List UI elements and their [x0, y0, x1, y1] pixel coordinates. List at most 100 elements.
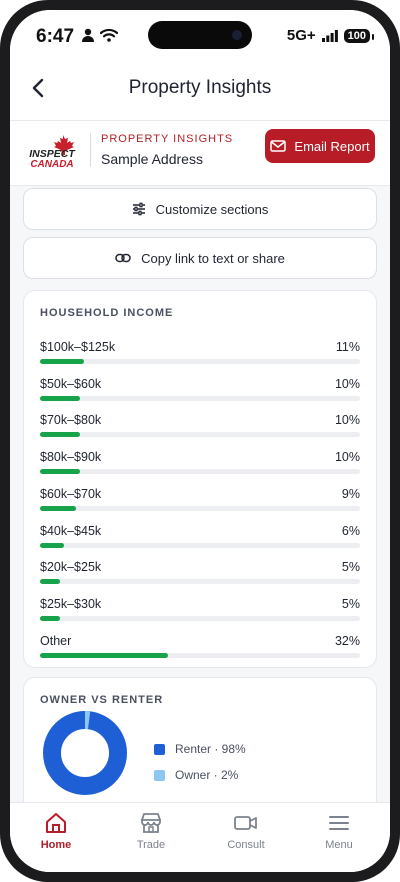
menu-icon — [329, 816, 349, 830]
brand-kicker: PROPERTY INSIGHTS — [101, 133, 234, 145]
income-row-label: $70k–$80k — [40, 413, 102, 428]
income-bar-track — [40, 469, 360, 475]
income-row: $70k–$80k 10% — [40, 413, 360, 445]
tab-trade[interactable]: Trade — [111, 811, 191, 851]
renter-legend-label: Renter · 98% — [175, 742, 246, 756]
income-row-percent: 5% — [341, 596, 360, 611]
income-row-label: $50k–$60k — [40, 376, 102, 391]
home-icon — [46, 813, 66, 833]
income-bar-fill — [40, 615, 60, 621]
owner-legend-label: Owner · 2% — [175, 768, 239, 782]
status-right-icons: 5G+ 100 — [286, 27, 375, 44]
nav-header: Property Insights — [10, 60, 390, 121]
tab-menu[interactable]: Menu — [299, 811, 379, 851]
logo-text-bottom: CANADA — [30, 159, 73, 169]
legend-renter: Renter · 98% — [154, 742, 246, 756]
signal-icon — [321, 29, 338, 42]
copy-link-label: Copy link to text or share — [141, 250, 285, 266]
customize-sections-button[interactable]: Customize sections — [23, 188, 377, 230]
income-bar-track — [40, 432, 360, 438]
income-row: $40k–$45k 6% — [40, 524, 360, 556]
customize-label: Customize sections — [155, 201, 269, 217]
owner-swatch — [154, 769, 165, 781]
income-bar-fill — [40, 432, 80, 438]
income-row-percent: 9% — [341, 486, 360, 501]
battery-indicator: 100 — [343, 28, 375, 43]
income-bar-fill — [40, 395, 80, 401]
tab-trade-label: Trade — [136, 839, 166, 851]
income-row: $80k–$90k 10% — [40, 450, 360, 482]
mail-icon — [270, 140, 287, 152]
tab-home[interactable]: Home — [16, 811, 96, 851]
inspect-canada-logo: INSPECT CANADA — [29, 135, 76, 169]
person-icon — [82, 28, 94, 42]
income-bar-track — [40, 359, 360, 364]
income-row-label: $80k–$90k — [40, 450, 102, 465]
copy-link-button[interactable]: Copy link to text or share — [23, 237, 377, 279]
link-icon — [115, 253, 131, 263]
status-bar: 6:47 5G+ 100 — [10, 10, 390, 60]
income-bar-fill — [40, 579, 60, 585]
income-bar-fill — [40, 359, 84, 364]
income-row-label: $60k–$70k — [40, 486, 102, 501]
property-address: Sample Address — [101, 151, 203, 167]
status-time: 6:47 — [36, 26, 75, 47]
status-left-icons — [82, 28, 118, 42]
store-icon — [141, 813, 161, 833]
household-income-title: HOUSEHOLD INCOME — [40, 307, 174, 319]
income-bar-track — [40, 579, 360, 585]
income-bar-track — [40, 395, 360, 401]
income-bar-track — [40, 505, 360, 511]
income-bar-fill — [40, 652, 168, 658]
income-row-percent: 10% — [334, 376, 360, 391]
income-row: $50k–$60k 10% — [40, 377, 360, 409]
tab-consult[interactable]: Consult — [206, 811, 286, 851]
income-row-label: $100k–$125k — [40, 340, 116, 354]
owner-renter-donut — [43, 711, 127, 795]
household-income-card: HOUSEHOLD INCOME $100k–$125k 11% $50k–$60k… — [23, 290, 377, 668]
income-row-percent: 6% — [341, 523, 360, 538]
renter-swatch — [154, 743, 165, 755]
dynamic-island — [148, 21, 252, 49]
camera-dot — [232, 30, 242, 40]
income-row-label: $40k–$45k — [40, 523, 102, 538]
video-icon — [234, 816, 257, 830]
email-report-button[interactable]: Email Report — [265, 129, 375, 163]
income-row: $20k–$25k 5% — [40, 560, 360, 592]
income-bar-fill — [40, 505, 76, 511]
income-row: $100k–$125k 11% — [40, 340, 360, 372]
sliders-icon — [132, 202, 145, 216]
income-row: $60k–$70k 9% — [40, 487, 360, 519]
tab-consult-label: Consult — [227, 839, 265, 851]
bottom-tab-bar: Home Trade Consult Menu — [10, 802, 390, 872]
brand-divider — [90, 133, 91, 167]
income-row-percent: 10% — [334, 450, 360, 465]
screen: 6:47 5G+ 100 Property Insights INSPECT C… — [10, 10, 390, 872]
network-label: 5G+ — [286, 27, 316, 44]
income-row-percent: 5% — [341, 560, 360, 575]
page-title: Property Insights — [128, 77, 272, 98]
tab-menu-label: Menu — [325, 839, 353, 851]
income-row-percent: 11% — [335, 340, 360, 354]
income-bar-track — [40, 615, 360, 621]
owner-renter-title: OWNER VS RENTER — [40, 694, 164, 706]
tab-home-label: Home — [40, 839, 72, 851]
legend-owner: Owner · 2% — [154, 768, 238, 782]
email-report-label: Email Report — [294, 138, 370, 154]
income-row-percent: 10% — [334, 413, 360, 428]
income-bar-fill — [40, 469, 80, 475]
income-row-label: $25k–$30k — [40, 596, 102, 611]
income-row-label: Other — [40, 633, 72, 648]
income-row: $25k–$30k 5% — [40, 597, 360, 629]
income-bar-fill — [40, 542, 64, 548]
income-bar-track — [40, 542, 360, 548]
brand-bar: INSPECT CANADA PROPERTY INSIGHTS Sample … — [10, 121, 390, 186]
income-bar-track — [40, 652, 360, 658]
income-row: Other 32% — [40, 634, 360, 666]
wifi-icon — [100, 28, 118, 42]
income-row-label: $20k–$25k — [40, 560, 102, 575]
owner-renter-card: OWNER VS RENTER Renter · 98% Owner · 2% — [23, 677, 377, 819]
income-row-percent: 32% — [334, 633, 360, 648]
renter-slice — [43, 711, 127, 795]
phone-frame: 6:47 5G+ 100 Property Insights INSPECT C… — [0, 0, 400, 882]
